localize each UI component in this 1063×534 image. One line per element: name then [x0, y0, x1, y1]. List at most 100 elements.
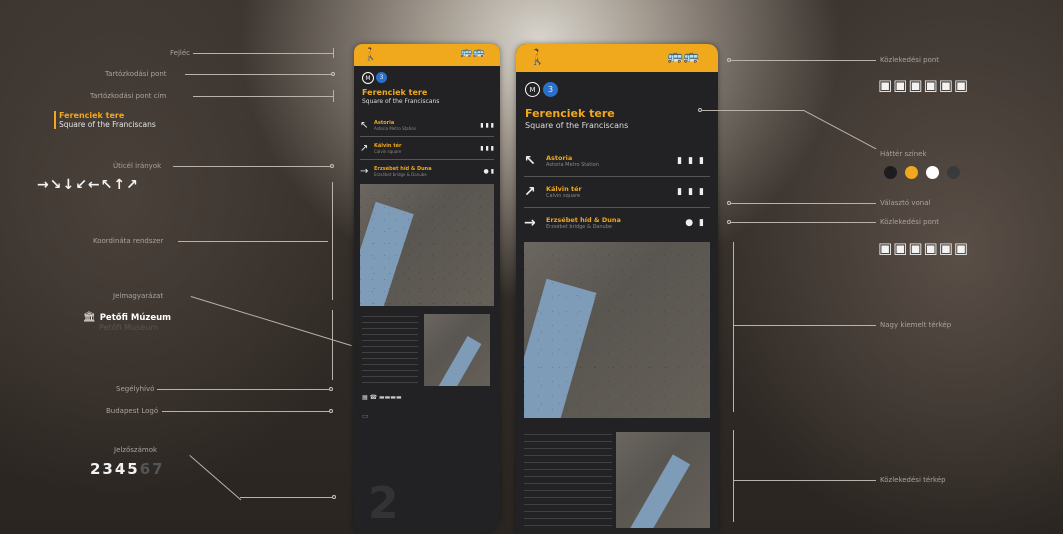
transit-icons: ● ▮ — [483, 167, 494, 175]
line-badges: M 3 — [525, 82, 558, 97]
swatch-orange — [905, 166, 918, 179]
leader-line — [332, 182, 333, 300]
sample-poi: 🏛 Petőfi Múzeum Petőfi Museum — [83, 312, 171, 332]
leader-line — [731, 60, 876, 61]
leader-line — [173, 166, 330, 167]
station-subtitle: Square of the Franciscans — [362, 98, 440, 105]
transit-icon-set: ▣▣▣▣▣▣ — [878, 239, 970, 257]
leader-diagonal — [189, 455, 242, 501]
leader-line — [332, 310, 333, 380]
label-jelmagyarazat: Jelmagyarázat — [113, 292, 164, 300]
river — [617, 454, 691, 528]
route-item: ↖ Astoria Astoria Metro Station ▮ ▮ ▮ — [360, 114, 494, 137]
legend-area — [362, 316, 418, 386]
big-number: 2 — [368, 478, 399, 529]
pedestrian-icon: 🚶 — [363, 47, 378, 61]
leader-line — [734, 480, 876, 481]
river — [424, 336, 482, 386]
city-map — [524, 242, 710, 418]
panel-header: 🚶 🚌🚌 — [516, 44, 718, 72]
route-name: Astoria — [546, 154, 573, 162]
route-sub: Calvin square — [374, 148, 402, 154]
route-sub: Erzsébet bridge & Danube — [374, 171, 427, 177]
leader-line — [185, 74, 332, 75]
leader-line — [731, 203, 876, 204]
leader-dot — [329, 387, 333, 391]
numbers-bright: 2345 — [90, 460, 140, 478]
transit-icons: ▮▮▮ — [677, 187, 710, 197]
swatch-dark — [884, 166, 897, 179]
canvas: Fejléc Tartózkodási pont Tartózkodási po… — [10, 10, 1053, 534]
map-grid — [360, 184, 494, 306]
large-signpost-panel: 🚶 🚌🚌 M 3 Ferenciek tere Square of the Fr… — [516, 44, 718, 534]
museum-icon: 🏛 — [83, 312, 96, 323]
route-item: ↗ Kálvin tér Calvin square ▮▮▮ — [524, 177, 710, 208]
line-badges: M 3 — [362, 72, 387, 84]
leader-dot — [332, 495, 336, 499]
route-item: → Erzsébet híd & Duna Erzsébet bridge & D… — [524, 208, 710, 238]
sample-title-hu: Ferenciek tere — [59, 111, 125, 120]
line-number-badge: 3 — [376, 72, 387, 83]
metro-badge: M — [362, 72, 374, 84]
leader-diagonal — [803, 110, 877, 150]
leader-dot — [330, 164, 334, 168]
route-item: ↖ Astoria Astoria Metro Station ▮▮▮ — [524, 146, 710, 177]
arrow-icon: ↖ — [360, 119, 369, 131]
sample-numbers: 234567 — [90, 460, 165, 478]
sample-title-en: Square of the Franciscans — [59, 120, 156, 129]
leader-line — [333, 90, 334, 102]
route-list: ↖ Astoria Astoria Metro Station ▮ ▮ ▮ ↗ K… — [360, 114, 494, 182]
arrow-icon: ↗ — [360, 142, 369, 154]
metro-badge: M — [525, 82, 540, 97]
sample-museum-hu: Petőfi Múzeum — [99, 312, 171, 323]
leader-line — [193, 53, 333, 54]
label-tartozkodasi-pont-cim: Tartózkodási pont cím — [90, 92, 167, 100]
leader-line — [193, 96, 333, 97]
arrow-icon: ↖ — [524, 153, 536, 169]
route-name: Erzsébet híd & Duna — [546, 216, 621, 224]
transit-map — [616, 432, 710, 528]
line-number-badge: 3 — [543, 82, 558, 97]
legend-area — [524, 434, 612, 528]
label-kozlekedesi-pont-mid: Közlekedési pont — [880, 218, 940, 226]
route-sub: Astoria Metro Station — [374, 125, 417, 131]
label-hatter-szinek: Háttér színek — [880, 150, 927, 158]
leader-line — [178, 241, 328, 242]
leader-line — [162, 411, 329, 412]
transit-icon-set: ▣▣▣▣▣▣ — [878, 76, 970, 94]
leader-line — [157, 389, 329, 390]
swatch-grey — [947, 166, 960, 179]
leader-dot — [329, 409, 333, 413]
budapest-logo: ▭ — [362, 412, 369, 420]
transit-map — [424, 314, 490, 386]
leader-line — [702, 110, 804, 111]
leader-line — [731, 222, 876, 223]
label-koordinata-rendszer: Koordináta rendszer — [93, 237, 164, 245]
label-kozlekedesi-pont-top: Közlekedési pont — [880, 56, 940, 64]
label-fejlec: Fejléc — [170, 49, 190, 57]
station-title: Ferenciek tere — [362, 88, 428, 97]
leader-line — [240, 497, 332, 498]
leader-line — [733, 430, 734, 522]
bus-icon: 🚌🚌 — [667, 49, 700, 64]
leader-dot — [331, 72, 335, 76]
transit-icons: ▮ ▮ ▮ — [480, 144, 494, 152]
label-nagy-kiemelt-terkep: Nagy kiemelt térkép — [880, 321, 952, 329]
label-segelyhivo: Segélyhívó — [116, 385, 155, 393]
city-map — [360, 184, 494, 306]
small-signpost-panel: 🚶 🚌🚌 M 3 Ferenciek tere Square of the Fr… — [354, 44, 500, 534]
bus-icon: 🚌🚌 — [460, 47, 485, 58]
color-swatches — [884, 166, 960, 179]
sample-station-title: Ferenciek tere Square of the Franciscans — [54, 111, 156, 129]
leader-line — [733, 242, 734, 412]
transit-icons: ●▮ — [685, 218, 710, 228]
label-uticel-irany: Úticél irányok — [113, 162, 162, 170]
leader-line — [734, 325, 876, 326]
route-list: ↖ Astoria Astoria Metro Station ▮▮▮ ↗ Kál… — [524, 146, 710, 238]
arrow-icon: → — [524, 215, 536, 231]
leader-line — [333, 48, 334, 58]
route-item: → Erzsébet híd & Duna Erzsébet bridge & D… — [360, 160, 494, 182]
label-valaszto-vonal: Választó vonal — [880, 199, 931, 207]
transit-icons: ▮ ▮ ▮ — [480, 121, 494, 129]
numbers-dim: 67 — [139, 460, 165, 478]
